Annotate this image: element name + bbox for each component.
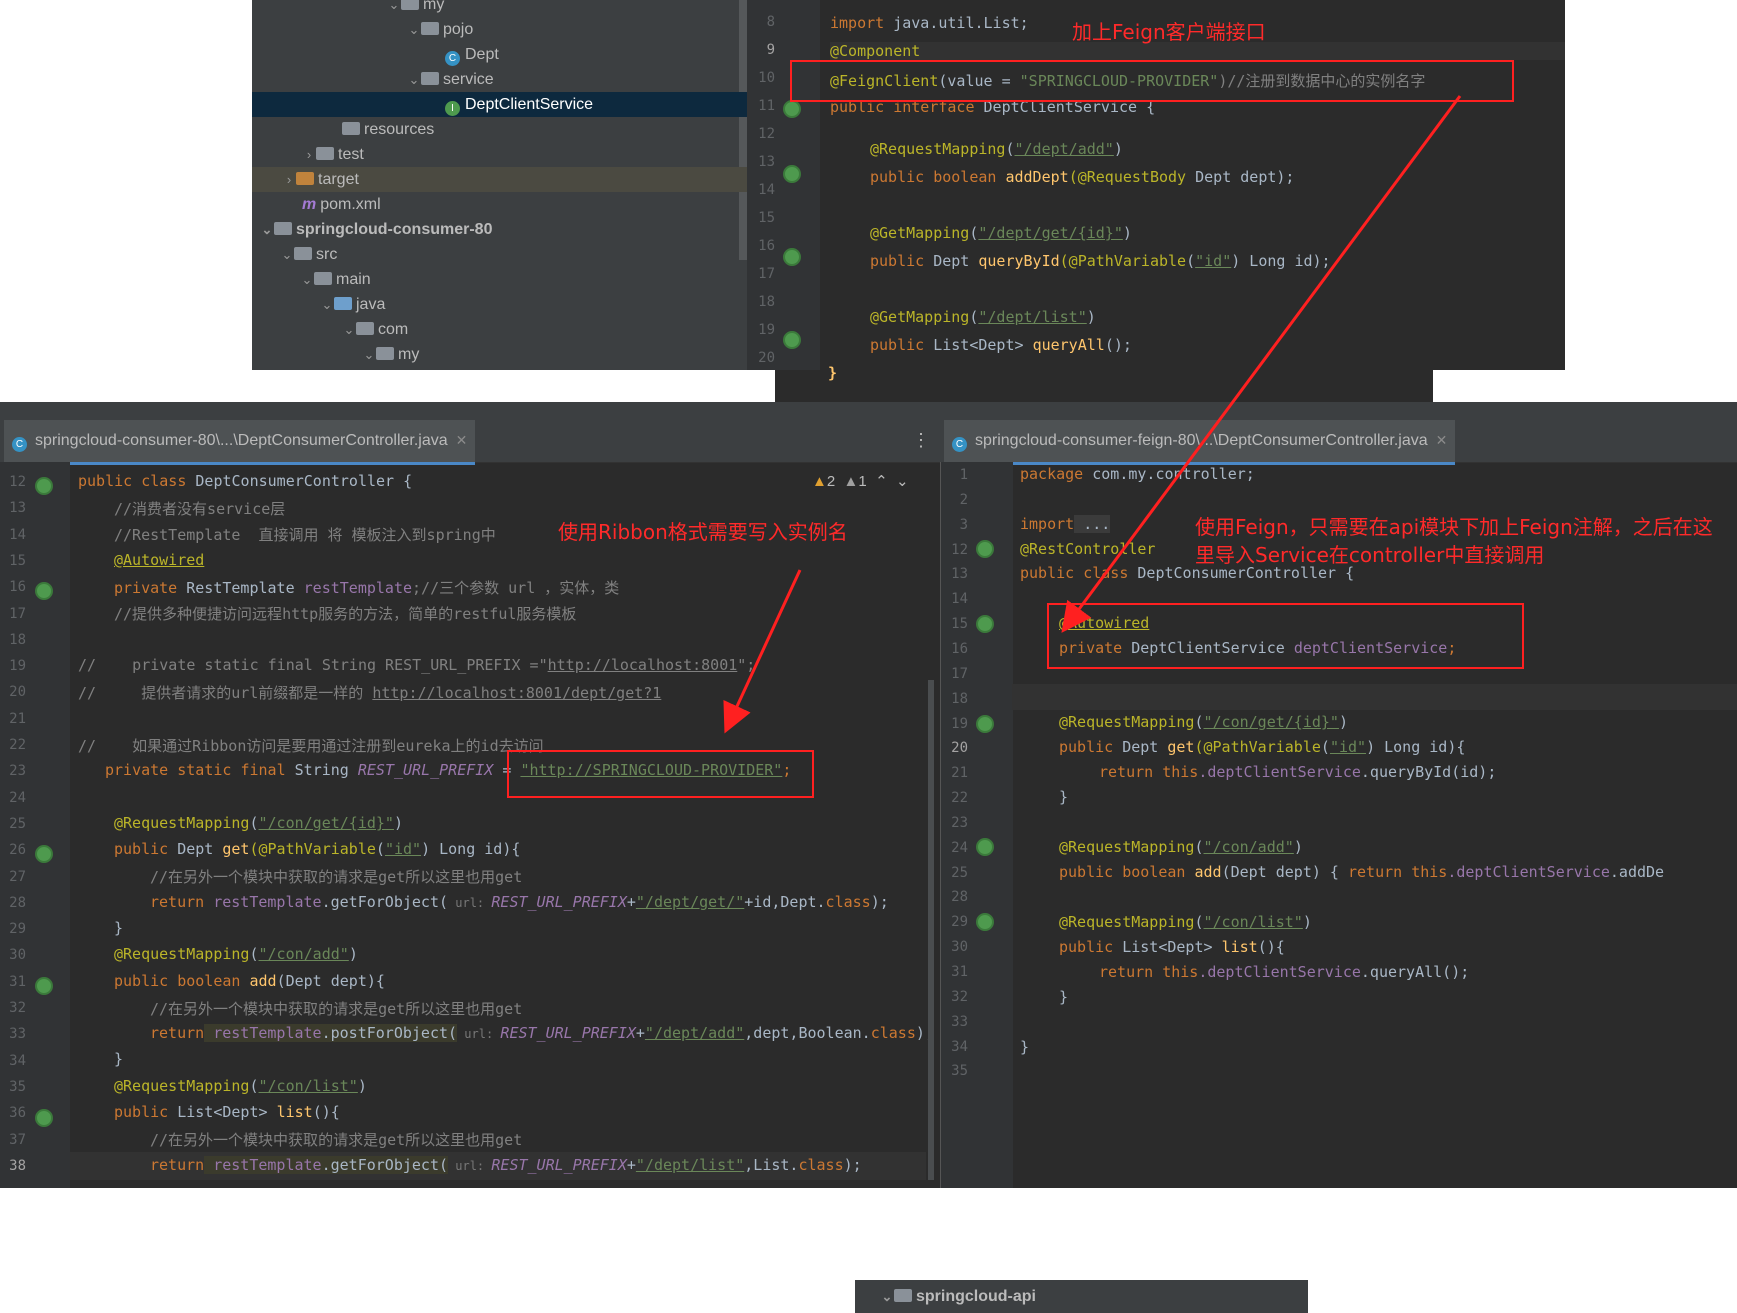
arrow-feign-to-autowired [1061, 95, 1462, 633]
bottom-tree-strip: ⌄ springcloud-api [855, 1280, 1308, 1313]
chevron-down-icon[interactable]: ⌄ [880, 1284, 894, 1309]
arrow-note-to-url [723, 569, 802, 734]
module-folder-icon [894, 1289, 912, 1302]
annotation-arrows [723, 95, 1462, 734]
tree-row-label: springcloud-api [916, 1288, 1036, 1305]
tree-row-springcloud-api[interactable]: ⌄ springcloud-api [855, 1284, 1308, 1309]
